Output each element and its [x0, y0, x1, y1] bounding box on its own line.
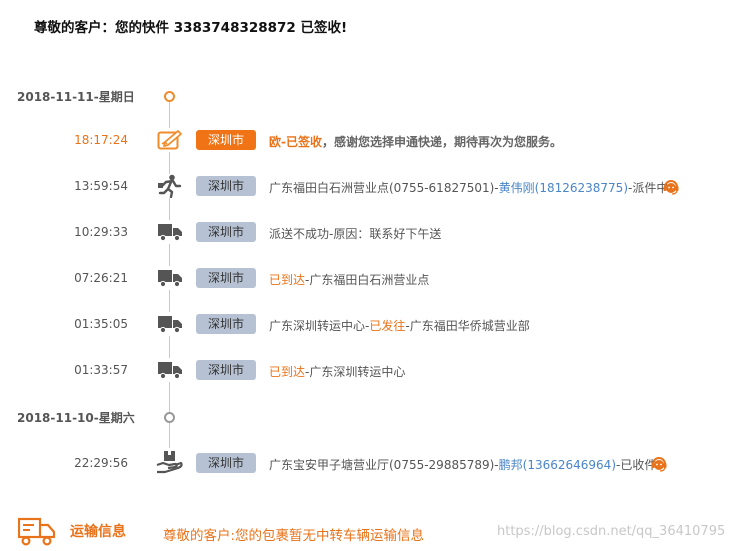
- entry-description: 已到达-广东深圳转运中心: [269, 363, 405, 380]
- entry-description: 广东宝安甲子塘营业厅(0755-29885789)-鹏邦(13662646964…: [269, 456, 656, 473]
- signed-icon: [156, 128, 184, 152]
- truck-icon: [156, 220, 184, 244]
- date-label: 2018-11-10-星期六: [17, 411, 135, 425]
- transport-info-message: 尊敬的客户:您的包裹暂无中转车辆运输信息: [163, 528, 425, 544]
- courier-contact-link[interactable]: 黄伟刚(18126238775): [499, 181, 628, 195]
- description-text: -广东深圳转运中心: [305, 365, 406, 379]
- entry-description: 欧-已签收，感谢您选择申通快递，期待再次为您服务。: [269, 133, 562, 150]
- delivery-status-headline: 尊敬的客户：您的快件 3383748328872 已签收!: [34, 16, 347, 36]
- city-tag: 深圳市: [196, 176, 256, 196]
- entry-time: 18:17:24: [74, 133, 128, 147]
- tracking-number: 3383748328872: [173, 20, 296, 36]
- city-tag: 深圳市: [196, 130, 256, 150]
- entry-description: 广东深圳转运中心-已发往-广东福田华侨城营业部: [269, 317, 530, 334]
- headline-suffix: 已签收!: [295, 20, 348, 36]
- city-tag: 深圳市: [196, 268, 256, 288]
- status-text: 欧-已签收: [269, 135, 322, 149]
- entry-time: 10:29:33: [74, 225, 128, 239]
- date-label: 2018-11-11-星期日: [17, 90, 135, 104]
- entry-time: 13:59:54: [74, 179, 128, 193]
- customer-service-icon[interactable]: [662, 178, 680, 196]
- status-text: 已发往: [369, 319, 406, 333]
- description-text: ，感谢您选择申通快递，期待再次为您服务。: [321, 135, 562, 149]
- customer-service-icon[interactable]: [650, 455, 668, 473]
- entry-description: 派送不成功-原因：联系好下午送: [269, 227, 442, 241]
- truck-icon: [156, 312, 184, 336]
- entry-time: 01:33:57: [74, 363, 128, 377]
- entry-description: 广东福田白石洲营业点(0755-61827501)-黄伟刚(1812623877…: [269, 179, 668, 196]
- description-text: 广东宝安甲子塘营业厅(0755-29885789)-: [269, 458, 499, 472]
- status-text: 已到达: [269, 273, 306, 287]
- status-text: 已到达: [269, 365, 306, 379]
- description-text: 广东深圳转运中心-: [269, 319, 370, 333]
- timeline-dot: [164, 412, 175, 423]
- tracking-page: 尊敬的客户：您的快件 3383748328872 已签收! 2018-11-11…: [0, 0, 748, 551]
- delivery-truck-icon: [17, 515, 56, 551]
- entry-time: 22:29:56: [74, 456, 128, 470]
- description-text: -广东福田华侨城营业部: [405, 319, 530, 333]
- transport-info-title: 运输信息: [70, 524, 126, 540]
- city-tag: 深圳市: [196, 453, 256, 473]
- courier-running-icon: [156, 174, 184, 198]
- truck-icon: [156, 266, 184, 290]
- city-tag: 深圳市: [196, 222, 256, 242]
- entry-time: 07:26:21: [74, 271, 128, 285]
- package-pickup-icon: [156, 450, 184, 474]
- city-tag: 深圳市: [196, 360, 256, 380]
- watermark-text: https://blog.csdn.net/qq_36410795: [497, 524, 726, 539]
- timeline-dot: [164, 91, 175, 102]
- entry-description: 已到达-广东福田白石洲营业点: [269, 271, 429, 288]
- description-text: 广东福田白石洲营业点(0755-61827501)-: [269, 181, 499, 195]
- entry-time: 01:35:05: [74, 317, 128, 331]
- truck-icon: [156, 358, 184, 382]
- description-text: -广东福田白石洲营业点: [305, 273, 430, 287]
- headline-prefix: 尊敬的客户：您的快件: [34, 20, 174, 36]
- city-tag: 深圳市: [196, 314, 256, 334]
- courier-contact-link[interactable]: 鹏邦(13662646964): [499, 458, 616, 472]
